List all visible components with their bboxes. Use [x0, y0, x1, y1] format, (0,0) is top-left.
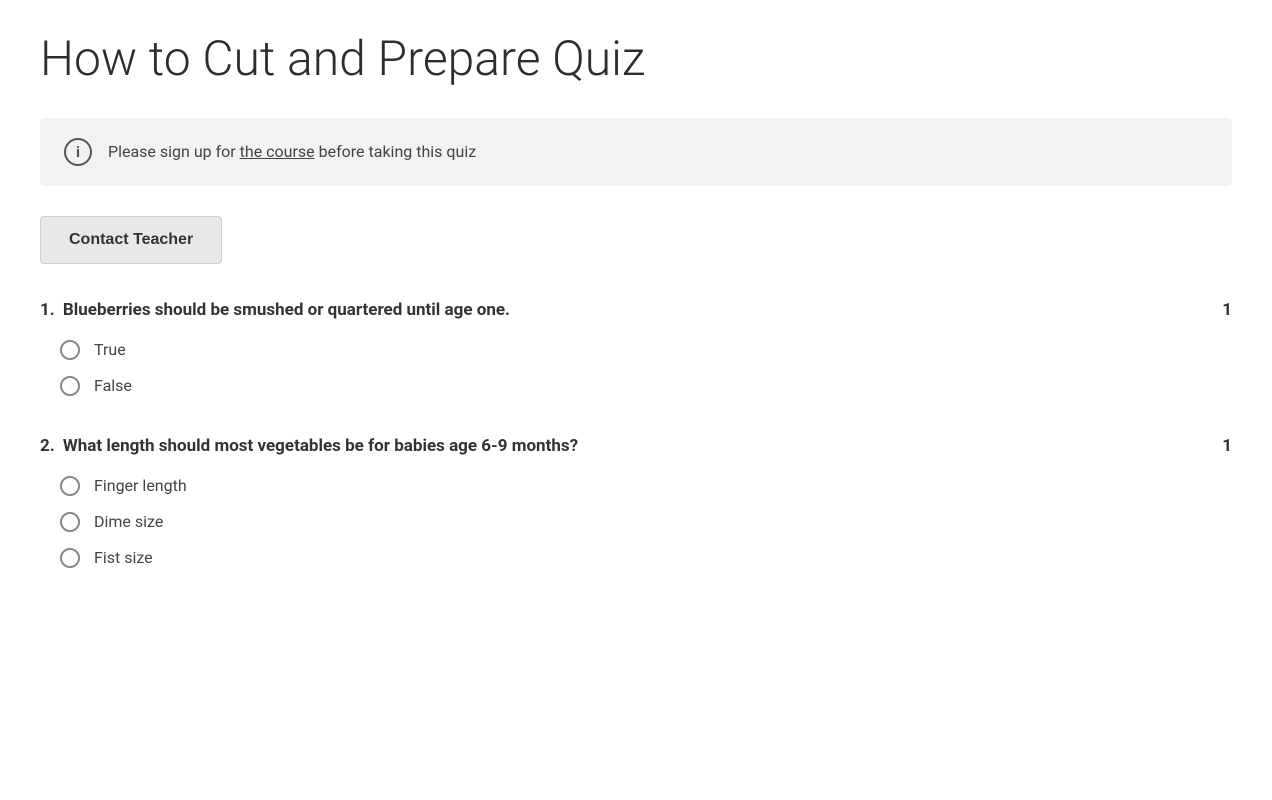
option-label-1-1: True: [94, 340, 126, 359]
info-icon: i: [64, 138, 92, 166]
option-label-1-2: False: [94, 376, 132, 395]
contact-teacher-button[interactable]: Contact Teacher: [40, 216, 222, 264]
options-list-1: True False: [40, 340, 1232, 396]
list-item: False: [60, 376, 1232, 396]
list-item: Finger length: [60, 476, 1232, 496]
question-number-prefix-2: 2.: [40, 436, 55, 456]
course-link[interactable]: the course: [240, 142, 315, 161]
question-number-prefix-1: 1.: [40, 300, 55, 320]
radio-option-1-1[interactable]: [60, 340, 80, 360]
question-header-1: 1. Blueberries should be smushed or quar…: [40, 300, 1232, 320]
question-block-1: 1. Blueberries should be smushed or quar…: [40, 300, 1232, 396]
list-item: Fist size: [60, 548, 1232, 568]
question-text-2: 2. What length should most vegetables be…: [40, 436, 578, 456]
radio-option-2-2[interactable]: [60, 512, 80, 532]
question-text-1: 1. Blueberries should be smushed or quar…: [40, 300, 510, 320]
question-points-1: 1: [1222, 300, 1232, 320]
option-label-2-3: Fist size: [94, 548, 153, 567]
list-item: Dime size: [60, 512, 1232, 532]
options-list-2: Finger length Dime size Fist size: [40, 476, 1232, 568]
info-banner: i Please sign up for the course before t…: [40, 118, 1232, 186]
question-header-2: 2. What length should most vegetables be…: [40, 436, 1232, 456]
questions-container: 1. Blueberries should be smushed or quar…: [40, 300, 1232, 568]
radio-option-2-3[interactable]: [60, 548, 80, 568]
option-label-2-1: Finger length: [94, 476, 187, 495]
list-item: True: [60, 340, 1232, 360]
option-label-2-2: Dime size: [94, 512, 163, 531]
radio-option-2-1[interactable]: [60, 476, 80, 496]
question-points-2: 1: [1222, 436, 1232, 456]
page-title: How to Cut and Prepare Quiz: [40, 30, 1232, 88]
radio-option-1-2[interactable]: [60, 376, 80, 396]
info-banner-text: Please sign up for the course before tak…: [108, 142, 476, 161]
question-block-2: 2. What length should most vegetables be…: [40, 436, 1232, 568]
